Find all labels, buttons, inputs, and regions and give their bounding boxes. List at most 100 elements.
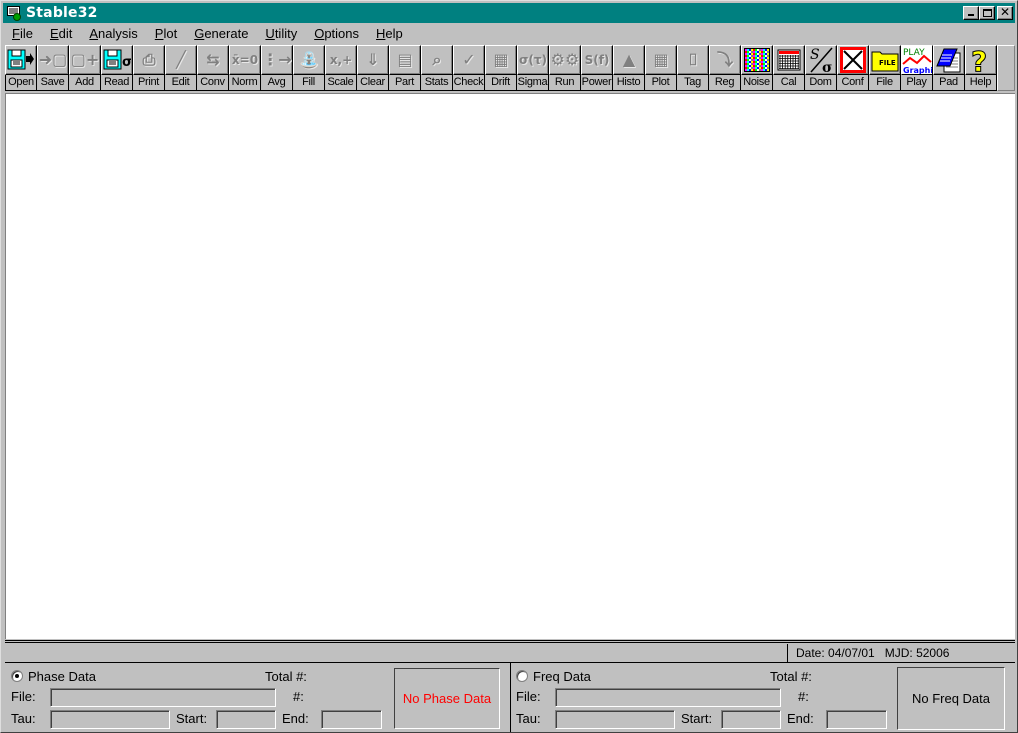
toolbar-button-stats[interactable]: ⌕ Stats [421,45,453,91]
toolbar-button-file[interactable]: FILE File [869,45,901,91]
toolbar-button-open[interactable]: Open [5,45,37,91]
icon-glyph: x̄=0 [231,53,259,67]
phase-file-label: File: [11,689,36,704]
menu-plot[interactable]: Plot [146,25,185,43]
gears-icon: ⚙⚙ [549,45,581,75]
toolbar-button-avg[interactable]: ⋮→ Avg [261,45,293,91]
title-bar[interactable]: Stable32 ✕ [3,3,1015,23]
plot-grid-icon: ▦ [645,45,677,75]
toolbar-button-label: Conf [837,75,869,91]
toolbar-button-plot[interactable]: ▦ Plot [645,45,677,91]
toolbar-button-read[interactable]: σ Read [101,45,133,91]
menu-label: elp [385,25,403,41]
menu-accel: A [89,25,99,41]
toolbar-button-fill[interactable]: ⛲ Fill [293,45,325,91]
freq-count-label: #: [798,689,809,704]
toolbar-button-label: Conv [197,75,229,91]
toolbar-button-cal[interactable]: Cal [773,45,805,91]
work-area[interactable] [5,93,1015,639]
toolbar-button-part[interactable]: ▤ Part [389,45,421,91]
minimize-button[interactable] [963,6,979,20]
minimize-icon [968,14,974,16]
menu-accel: G [194,25,205,41]
menu-accel: E [49,25,59,41]
menu-options[interactable]: Options [305,25,367,43]
phase-end-field[interactable] [321,710,382,729]
svg-text:?: ? [971,46,987,74]
date-status: Date: 04/07/01 MJD: 52006 [787,644,1015,662]
toolbar-button-label: Open [5,75,37,91]
toolbar-button-label: Play [901,75,933,91]
toolbar-button-noise[interactable]: Noise [741,45,773,91]
toolbar-button-sigma[interactable]: σ(τ) Sigma [517,45,549,91]
toolbar-button-clear[interactable]: ⇓ Clear [357,45,389,91]
freq-end-field[interactable] [826,710,887,729]
freq-data-label: Freq Data [533,669,591,684]
freq-file-field[interactable] [555,688,781,707]
menu-label: ptions [324,25,360,41]
menu-help[interactable]: Help [367,25,411,43]
toolbar-button-check[interactable]: ✓ Check [453,45,485,91]
sigma-tau-icon: σ(τ) [517,45,549,75]
toolbar-button-conf[interactable]: Conf [837,45,869,91]
toolbar-button-tag[interactable]: ⌷ Tag [677,45,709,91]
add-icon: ▢+ [69,45,101,75]
toolbar-button-run[interactable]: ⚙⚙ Run [549,45,581,91]
icon-glyph: ⇆ [206,50,220,69]
toolbar-button-print[interactable]: ⎙ Print [133,45,165,91]
toolbar-button-label: Norm [229,75,261,91]
freq-tau-field[interactable] [555,710,675,729]
app-icon[interactable] [6,5,22,21]
toolbar-button-play[interactable]: PLAY GraphiCPlay [901,45,933,91]
menu-analysis[interactable]: Analysis [80,25,145,43]
toolbar-button-pad[interactable]: Pad [933,45,965,91]
toolbar-button-add[interactable]: ▢+ Add [69,45,101,91]
toolbar-button-drift[interactable]: ▦ Drift [485,45,517,91]
toolbar-button-conv[interactable]: ⇆ Conv [197,45,229,91]
menu-label: ile [19,25,33,41]
toolbar-button-power[interactable]: S(f) Power [581,45,613,91]
toolbar-button-histo[interactable]: ▲ Histo [613,45,645,91]
toolbar-button-label: Clear [357,75,389,91]
toolbar-button-save[interactable]: ➜▢ Save [37,45,69,91]
freq-tau-label: Tau: [516,711,541,726]
phase-start-field[interactable] [216,710,276,729]
phase-data-radio[interactable]: Phase Data [11,669,96,684]
menu-edit[interactable]: Edit [41,25,80,43]
phase-file-field[interactable] [50,688,276,707]
menu-file[interactable]: File [3,25,41,43]
toolbar-button-label: Check [453,75,485,91]
maximize-icon [983,9,992,17]
toolbar-button-norm[interactable]: x̄=0 Norm [229,45,261,91]
toolbar-button-reg[interactable]: ⤵ Reg [709,45,741,91]
toolbar-button-dom[interactable]: Sσ Dom [805,45,837,91]
icon-glyph: ⚙⚙ [550,50,580,69]
svg-text:σ: σ [122,55,131,70]
svg-text:S: S [810,47,820,63]
phase-start-label: Start: [176,711,208,726]
toolbar-button-help[interactable]: ? Help [965,45,997,91]
toolbar-button-edit[interactable]: ╱ Edit [165,45,197,91]
icon-glyph: S(f) [584,53,610,67]
menu-accel: H [376,25,386,41]
menu-generate[interactable]: Generate [185,25,256,43]
status-message-area [5,644,787,662]
menu-accel: F [12,25,20,41]
freq-end-label: End: [787,711,814,726]
toolbar-button-scale[interactable]: x,+ Scale [325,45,357,91]
toolbar-button-label: Part [389,75,421,91]
freq-start-field[interactable] [721,710,781,729]
maximize-button[interactable] [979,6,995,20]
normalize-icon: x̄=0 [229,45,261,75]
toolbar-button-label: Reg [709,75,741,91]
phase-tau-field[interactable] [50,710,170,729]
icon-glyph: ✓ [462,50,476,69]
menu-label: tility [274,25,298,41]
freq-start-label: Start: [681,711,713,726]
freq-data-radio[interactable]: Freq Data [516,669,591,684]
menu-utility[interactable]: Utility [256,25,305,43]
calendar-icon [773,45,805,75]
status-bar: Date: 04/07/01 MJD: 52006 [5,644,1015,662]
close-button[interactable]: ✕ [997,5,1013,20]
clear-icon: ⇓ [357,45,389,75]
